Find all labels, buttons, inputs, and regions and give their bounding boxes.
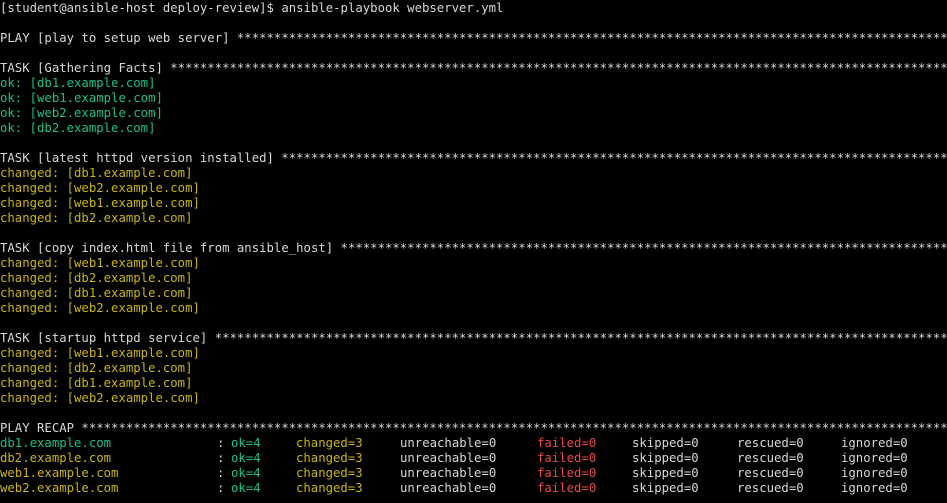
- task-result-line: ok: [web1.example.com]: [0, 91, 163, 105]
- recap-ignored: ignored=0: [841, 481, 908, 495]
- recap-unreachable: unreachable=0: [400, 466, 497, 480]
- recap-ok: ok=4: [231, 481, 261, 495]
- recap-row: web2.example.com : ok=4 changed=3 unreac…: [0, 481, 947, 496]
- recap-rescued: rescued=0: [737, 466, 804, 480]
- recap-failed: failed=0: [537, 466, 597, 480]
- recap-row: db1.example.com : ok=4 changed=3 unreach…: [0, 436, 947, 451]
- task-block-gathering-facts: TASK [Gathering Facts] *****************…: [0, 61, 947, 136]
- task-result-line: changed: [web1.example.com]: [0, 256, 200, 270]
- recap-ok: ok=4: [231, 436, 261, 450]
- recap-ignored: ignored=0: [841, 451, 908, 465]
- task-result-line: changed: [db2.example.com]: [0, 271, 193, 285]
- task-result-line: ok: [web2.example.com]: [0, 106, 163, 120]
- recap-skipped: skipped=0: [632, 451, 699, 465]
- task-result-line: changed: [db2.example.com]: [0, 211, 193, 225]
- task-result-line: changed: [db1.example.com]: [0, 286, 193, 300]
- recap-skipped: skipped=0: [632, 481, 699, 495]
- recap-host: db1.example.com: [0, 436, 112, 450]
- task-block-copy-index: TASK [copy index.html file from ansible_…: [0, 241, 947, 316]
- recap-failed: failed=0: [537, 481, 597, 495]
- task-header: TASK [Gathering Facts] *****************…: [0, 61, 947, 75]
- play-recap: PLAY RECAP *****************************…: [0, 421, 947, 496]
- task-result-line: changed: [db2.example.com]: [0, 361, 193, 375]
- recap-changed: changed=3: [296, 451, 363, 465]
- task-header: TASK [copy index.html file from ansible_…: [0, 241, 947, 255]
- recap-rescued: rescued=0: [737, 451, 804, 465]
- recap-row: web1.example.com : ok=4 changed=3 unreac…: [0, 466, 947, 481]
- terminal-window[interactable]: [student@ansible-host deploy-review]$ an…: [0, 0, 947, 503]
- recap-host: db2.example.com: [0, 451, 112, 465]
- recap-separator: :: [217, 451, 225, 465]
- recap-changed: changed=3: [296, 481, 363, 495]
- task-result-line: ok: [db1.example.com]: [0, 76, 156, 90]
- recap-changed: changed=3: [296, 436, 363, 450]
- recap-host: web2.example.com: [0, 481, 119, 495]
- task-block-startup-httpd: TASK [startup httpd service] ***********…: [0, 331, 947, 406]
- recap-row: db2.example.com : ok=4 changed=3 unreach…: [0, 451, 947, 466]
- recap-separator: :: [217, 436, 225, 450]
- recap-header: PLAY RECAP *****************************…: [0, 421, 947, 435]
- task-result-line: changed: [web1.example.com]: [0, 196, 200, 210]
- recap-failed: failed=0: [537, 436, 597, 450]
- task-result-line: changed: [db1.example.com]: [0, 376, 193, 390]
- recap-unreachable: unreachable=0: [400, 451, 497, 465]
- task-block-httpd-installed: TASK [latest httpd version installed] **…: [0, 151, 947, 226]
- shell-prompt-line: [student@ansible-host deploy-review]$ an…: [0, 1, 504, 15]
- task-result-line: changed: [web2.example.com]: [0, 391, 200, 405]
- recap-separator: :: [217, 466, 225, 480]
- recap-skipped: skipped=0: [632, 436, 699, 450]
- recap-separator: :: [217, 481, 225, 495]
- task-result-line: changed: [web2.example.com]: [0, 181, 200, 195]
- task-result-line: changed: [db1.example.com]: [0, 166, 193, 180]
- recap-unreachable: unreachable=0: [400, 481, 497, 495]
- recap-failed: failed=0: [537, 451, 597, 465]
- recap-skipped: skipped=0: [632, 466, 699, 480]
- task-result-line: changed: [web1.example.com]: [0, 346, 200, 360]
- recap-ignored: ignored=0: [841, 436, 908, 450]
- task-result-line: changed: [web2.example.com]: [0, 301, 200, 315]
- recap-ok: ok=4: [231, 466, 261, 480]
- task-result-line: ok: [db2.example.com]: [0, 121, 156, 135]
- play-header: PLAY [play to setup web server] ********…: [0, 31, 947, 45]
- recap-ok: ok=4: [231, 451, 261, 465]
- recap-rescued: rescued=0: [737, 481, 804, 495]
- task-header: TASK [startup httpd service] ***********…: [0, 331, 947, 345]
- recap-ignored: ignored=0: [841, 466, 908, 480]
- recap-unreachable: unreachable=0: [400, 436, 497, 450]
- recap-host: web1.example.com: [0, 466, 119, 480]
- task-header: TASK [latest httpd version installed] **…: [0, 151, 947, 165]
- recap-changed: changed=3: [296, 466, 363, 480]
- recap-rescued: rescued=0: [737, 436, 804, 450]
